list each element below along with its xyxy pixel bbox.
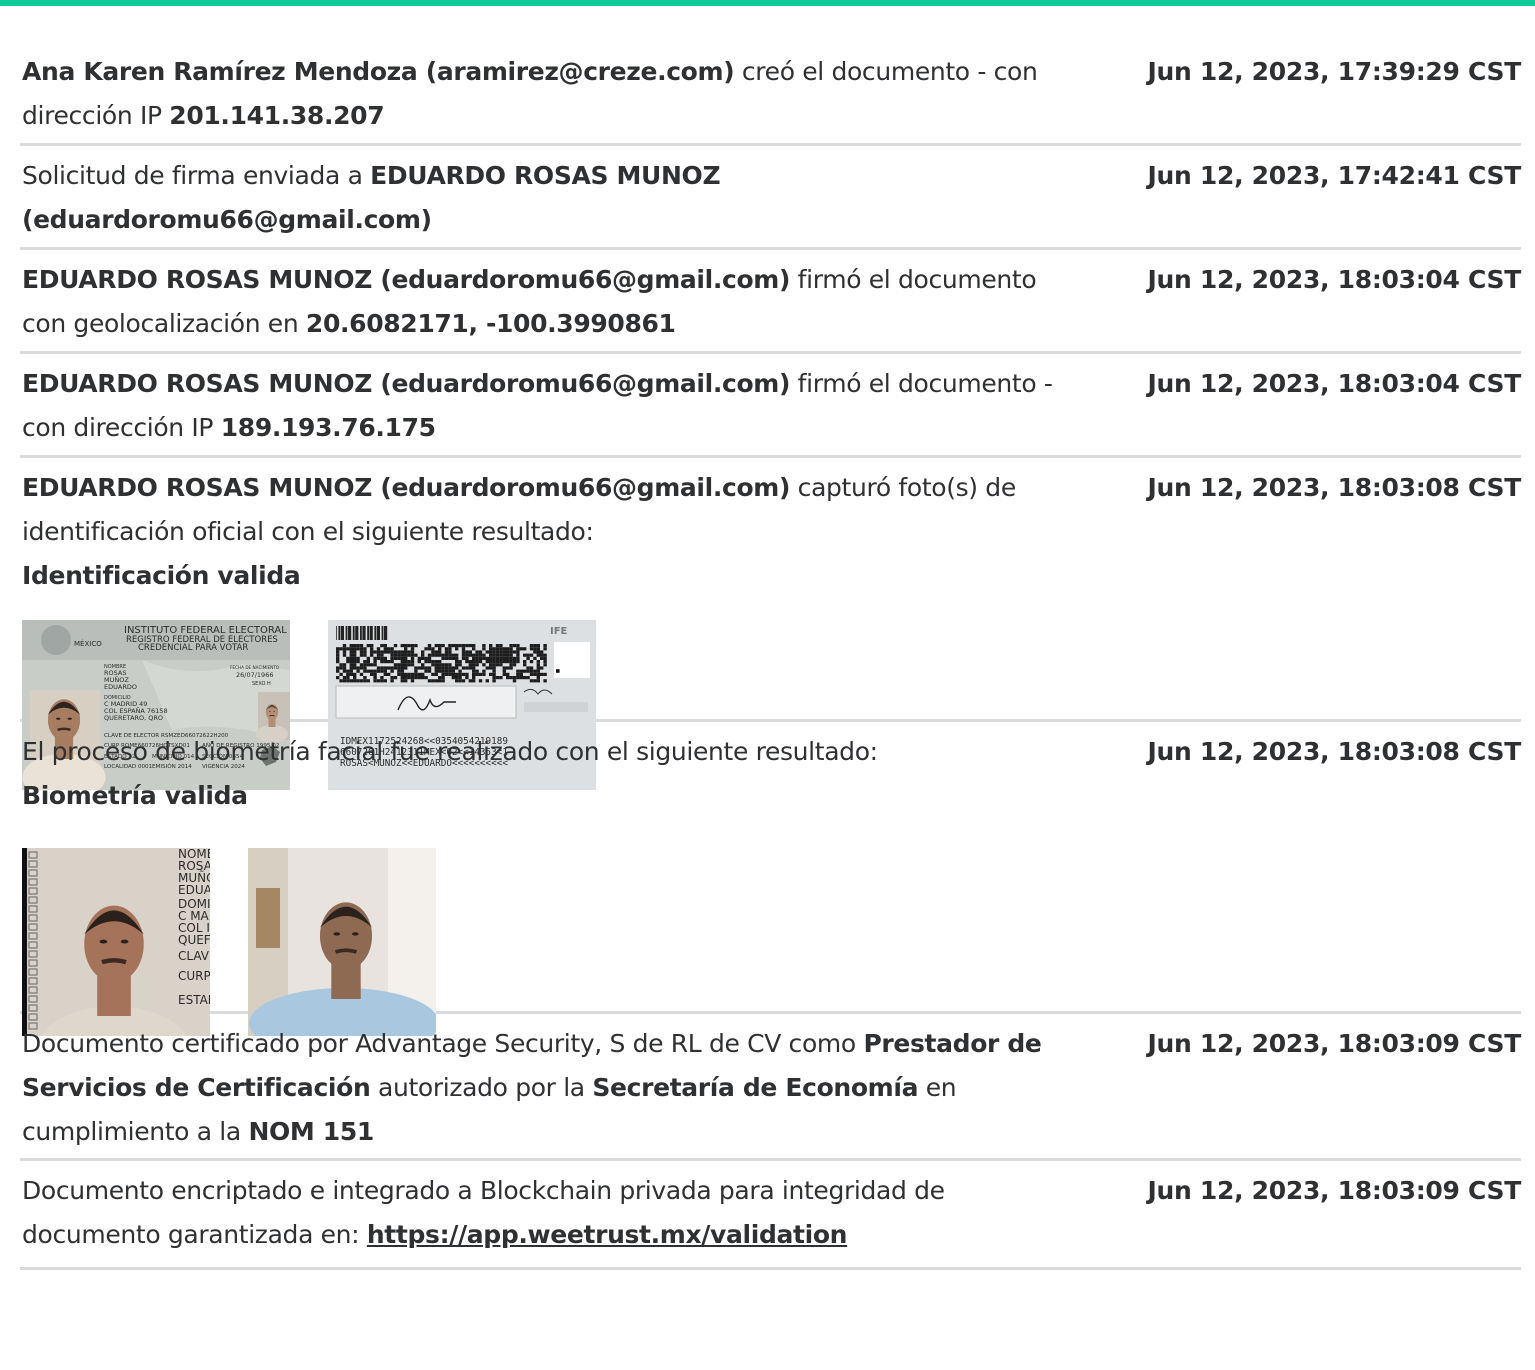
log-entry-emphasis: 201.141.38.207 <box>169 101 385 130</box>
log-entry-description: Ana Karen Ramírez Mendoza (aramirez@crez… <box>22 50 1077 138</box>
log-entry-description: EDUARDO ROSAS MUNOZ (eduardoromu66@gmail… <box>22 362 1077 450</box>
log-entry-timestamp: Jun 12, 2023, 18:03:09 CST <box>1147 1176 1521 1205</box>
evidence-images: NOMBROSAMUÑCEDUADOMICC MACOL IQUEFCLAVEC… <box>22 848 1521 1036</box>
id-credential: CREDENCIAL PARA VOTAR <box>138 643 248 653</box>
id-sex: SEXO H <box>252 681 271 687</box>
log-entry-emphasis: Biometría valida <box>22 781 248 810</box>
log-entry-description: Solicitud de firma enviada a EDUARDO ROS… <box>22 154 1077 242</box>
log-entry-description: Documento encriptado e integrado a Block… <box>22 1169 1077 1257</box>
log-entry: EDUARDO ROSAS MUNOZ (eduardoromu66@gmail… <box>20 354 1521 458</box>
log-entry-emphasis: 189.193.76.175 <box>220 413 436 442</box>
log-entry-description: El proceso de biometría facial fue reali… <box>22 730 1077 818</box>
id-crop-line: CURP <box>178 969 210 983</box>
log-entry-text: Documento certificado por Advantage Secu… <box>22 1029 864 1058</box>
log-entry-emphasis: NOM 151 <box>248 1117 374 1146</box>
log-entry: El proceso de biometría facial fue reali… <box>20 722 1521 1036</box>
validation-link[interactable]: https://app.weetrust.mx/validation <box>367 1220 848 1249</box>
log-entry-description: Documento certificado por Advantage Secu… <box>22 1022 1077 1154</box>
log-entry: Documento encriptado e integrado a Block… <box>20 1161 1521 1270</box>
log-entry-timestamp: Jun 12, 2023, 18:03:04 CST <box>1147 265 1521 294</box>
log-entry: Documento certificado por Advantage Secu… <box>20 1014 1521 1161</box>
accent-bar <box>0 0 1535 6</box>
log-entry-emphasis: Identificación valida <box>22 561 301 590</box>
id-crop-line: CLAVE <box>178 949 210 963</box>
audit-log: Ana Karen Ramírez Mendoza (aramirez@crez… <box>20 42 1521 1270</box>
log-entry-timestamp: Jun 12, 2023, 18:03:08 CST <box>1147 473 1521 502</box>
log-entry-emphasis: Ana Karen Ramírez Mendoza (aramirez@crez… <box>22 57 735 86</box>
id-address-line: QUERETARO, QRO <box>104 714 163 722</box>
log-entry: EDUARDO ROSAS MUNOZ (eduardoromu66@gmail… <box>20 250 1521 354</box>
log-entry-description: EDUARDO ROSAS MUNOZ (eduardoromu66@gmail… <box>22 466 1077 598</box>
selfie-image <box>248 848 436 1036</box>
id-crop-line: QUEF <box>178 933 210 947</box>
id-country: MÉXICO <box>74 639 102 648</box>
log-entry-timestamp: Jun 12, 2023, 18:03:09 CST <box>1147 1029 1521 1058</box>
log-entry-timestamp: Jun 12, 2023, 17:39:29 CST <box>1147 57 1521 86</box>
log-entry: Solicitud de firma enviada a EDUARDO ROS… <box>20 146 1521 250</box>
log-entry: Ana Karen Ramírez Mendoza (aramirez@crez… <box>20 42 1521 146</box>
log-entry-emphasis: EDUARDO ROSAS MUNOZ (eduardoromu66@gmail… <box>22 473 791 502</box>
log-entry-emphasis: EDUARDO ROSAS MUNOZ (eduardoromu66@gmail… <box>22 265 791 294</box>
log-entry-description: EDUARDO ROSAS MUNOZ (eduardoromu66@gmail… <box>22 258 1077 346</box>
id-face-crop-image: NOMBROSAMUÑCEDUADOMICC MACOL IQUEFCLAVEC… <box>22 848 210 1036</box>
id-dob-label: FECHA DE NACIMIENTO <box>230 665 280 670</box>
log-entry-text: autorizado por la <box>370 1073 593 1102</box>
ife-logo: IFE <box>550 626 568 637</box>
log-entry-timestamp: Jun 12, 2023, 18:03:08 CST <box>1147 737 1521 766</box>
id-name-line: EDUARDO <box>104 683 137 691</box>
log-entry-text: El proceso de biometría facial fue reali… <box>22 737 878 766</box>
id-crop-line: ESTAD <box>178 993 210 1007</box>
log-entry-text: Solicitud de firma enviada a <box>22 161 371 190</box>
id-dob: 26/07/1966 <box>236 671 273 679</box>
log-entry-emphasis: Secretaría de Economía <box>592 1073 919 1102</box>
log-entry-timestamp: Jun 12, 2023, 18:03:04 CST <box>1147 369 1521 398</box>
log-entry-timestamp: Jun 12, 2023, 17:42:41 CST <box>1147 161 1521 190</box>
log-entry: EDUARDO ROSAS MUNOZ (eduardoromu66@gmail… <box>20 458 1521 790</box>
log-entry-emphasis: EDUARDO ROSAS MUNOZ (eduardoromu66@gmail… <box>22 369 791 398</box>
id-crop-line: EDUA <box>178 883 210 897</box>
log-entry-emphasis: 20.6082171, -100.3990861 <box>305 309 676 338</box>
